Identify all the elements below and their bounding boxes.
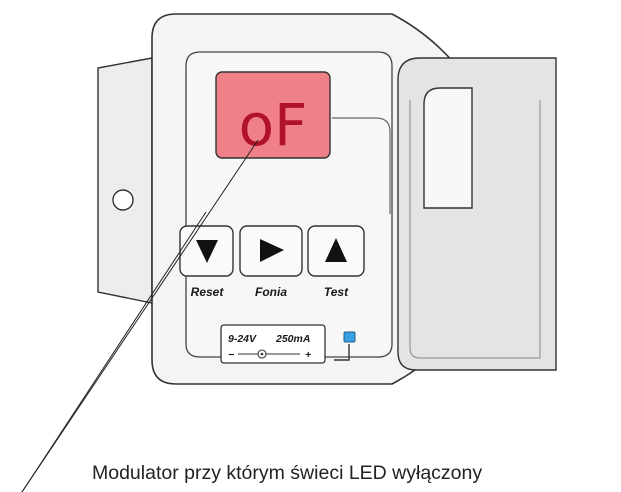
power-plus: +	[305, 349, 311, 361]
power-voltage: 9-24V	[228, 333, 257, 345]
power-current: 250mA	[275, 333, 310, 345]
display-readout: oF	[239, 91, 308, 159]
side-cover	[397, 57, 557, 371]
status-led	[343, 331, 356, 343]
power-minus: −	[228, 349, 234, 361]
mounting-hole	[112, 189, 134, 211]
diagram-caption: Modulator przy którym świeci LED wyłączo…	[92, 462, 483, 484]
side-window	[423, 87, 473, 209]
fonia-label: Fonia	[255, 285, 287, 299]
button-test[interactable]	[307, 225, 365, 277]
button-fonia[interactable]	[239, 225, 303, 277]
device-diagram: oF Reset Fonia Test 9-24V 250mA − +	[21, 13, 557, 492]
reset-label: Reset	[191, 285, 225, 299]
mounting-bracket	[97, 57, 153, 304]
test-label: Test	[324, 285, 349, 299]
button-reset[interactable]	[179, 225, 234, 277]
